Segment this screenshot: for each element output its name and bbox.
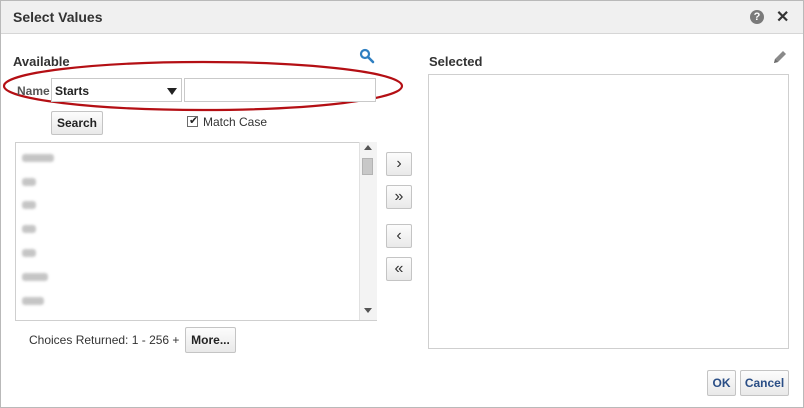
cancel-button[interactable]: Cancel [740,370,789,396]
scroll-thumb[interactable] [362,158,373,175]
match-case-label: Match Case [203,115,268,129]
move-all-button[interactable]: » [386,185,412,209]
dialog-titlebar: Select Values ? ✕ [1,1,803,34]
name-label: Name [17,84,50,98]
dropdown-arrow-icon [167,88,177,95]
scroll-up-icon[interactable] [364,145,372,150]
list-item[interactable] [22,249,36,257]
select-values-dialog: Select Values ? ✕ Available Name Starts … [0,0,804,408]
operator-selected-value: Starts [55,84,90,98]
list-item[interactable] [22,273,48,281]
list-item[interactable] [22,154,54,162]
pencil-icon[interactable] [771,48,789,66]
selected-heading: Selected [429,54,483,69]
search-button[interactable]: Search [51,111,103,135]
ok-button[interactable]: OK [707,370,736,396]
list-item[interactable] [22,225,36,233]
list-item[interactable] [22,297,44,305]
operator-select[interactable]: Starts [51,78,182,102]
choices-returned-label: Choices Returned: [29,333,129,347]
match-case-checkbox[interactable]: ✔ [187,115,199,127]
scroll-down-icon[interactable] [364,308,372,313]
more-button[interactable]: More... [185,327,236,353]
choices-returned-text: Choices Returned: 1 - 256 + [29,333,179,347]
move-selected-button[interactable]: › [386,152,412,176]
remove-selected-button[interactable]: ‹ [386,224,412,248]
dialog-title: Select Values [13,9,103,25]
list-scrollbar[interactable] [359,142,377,320]
selected-values-list[interactable] [428,74,789,349]
list-item[interactable] [22,201,36,209]
remove-all-button[interactable]: « [386,257,412,281]
help-icon[interactable]: ? [750,10,764,24]
checkmark-icon: ✔ [189,115,199,127]
value-input[interactable] [184,78,376,102]
close-icon[interactable]: ✕ [776,7,789,27]
available-values-list[interactable] [15,142,377,321]
choices-returned-range: 1 - 256 + [131,333,180,347]
list-item[interactable] [22,178,36,186]
